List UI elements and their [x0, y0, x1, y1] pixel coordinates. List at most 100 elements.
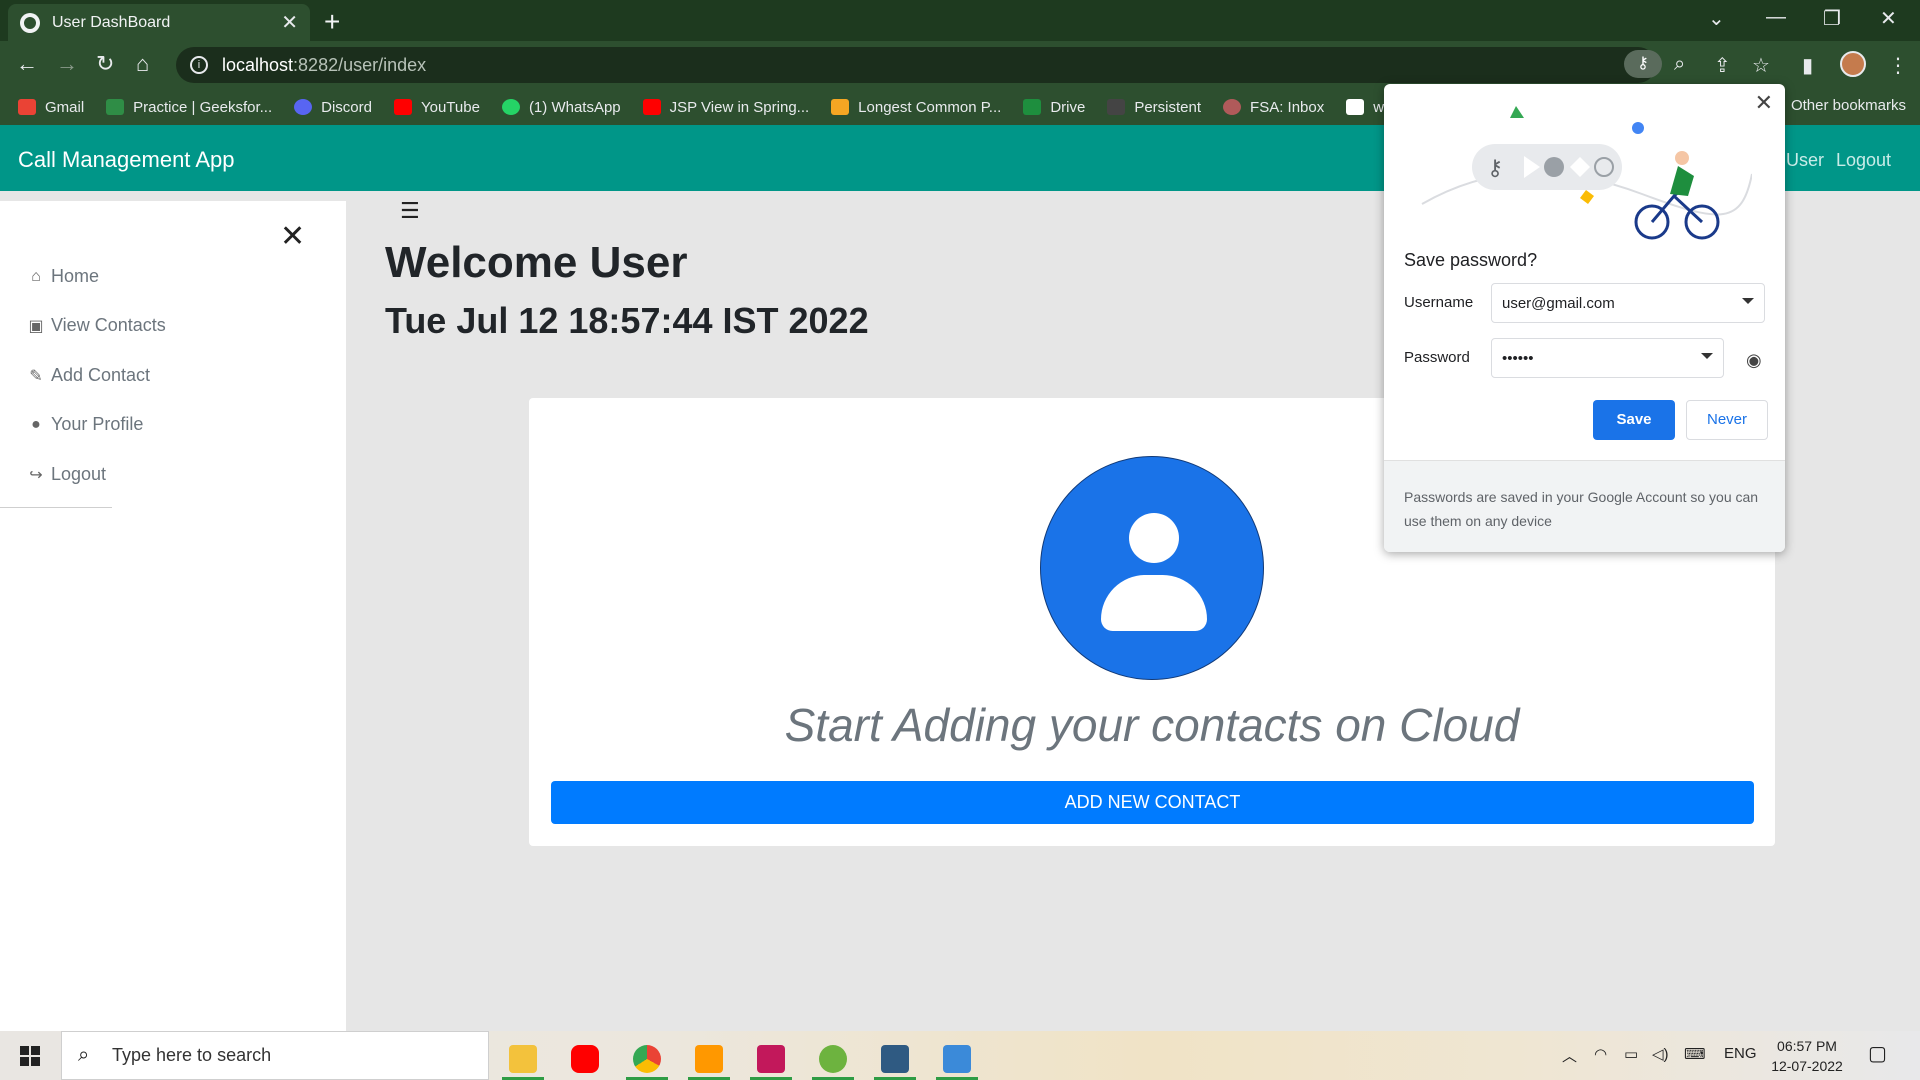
taskbar-search-input[interactable]: ⌕ Type here to search [61, 1031, 489, 1080]
chevron-down-icon [1742, 298, 1754, 304]
clock-date[interactable]: 12-07-2022 [1762, 1058, 1852, 1074]
bookmark-persistent[interactable]: Persistent [1107, 99, 1201, 116]
password-field[interactable]: •••••• [1491, 338, 1724, 378]
sidebar-divider [0, 507, 112, 508]
close-window-icon[interactable]: ✕ [1880, 6, 1897, 31]
bookmark-whatsapp[interactable]: (1) WhatsApp [501, 99, 621, 116]
site-info-icon[interactable]: i [190, 56, 208, 74]
profile-avatar[interactable] [1840, 51, 1866, 77]
battery-icon[interactable]: ▭ [1624, 1045, 1638, 1063]
close-sidebar-icon[interactable]: ✕ [280, 219, 305, 254]
show-password-icon[interactable]: ◉ [1746, 350, 1762, 371]
volume-icon[interactable]: ◁) [1652, 1045, 1669, 1063]
username-field[interactable]: user@gmail.com [1491, 283, 1765, 323]
address-bar[interactable]: i localhost:8282/user/index [176, 47, 1656, 83]
keyboard-icon[interactable]: ⌨ [1684, 1045, 1706, 1063]
browser-tab[interactable]: User DashBoard ✕ [8, 4, 310, 41]
windows-taskbar: ⌕ Type here to search ︿ ◠ ▭ ◁) ⌨ ENG 06:… [0, 1031, 1920, 1080]
drive-icon [1023, 99, 1042, 115]
password-label: Password [1404, 349, 1470, 366]
chrome-app[interactable] [622, 1037, 672, 1080]
sidebar-item-your-profile[interactable]: ● Your Profile [27, 414, 143, 435]
clock-time[interactable]: 06:57 PM [1762, 1038, 1852, 1054]
menu-dots-icon[interactable]: ⋮ [1888, 53, 1908, 78]
globe-icon [20, 12, 40, 33]
bookmark-jsp-view[interactable]: JSP View in Spring... [642, 99, 809, 116]
home-icon: ⌂ [31, 267, 41, 285]
side-panel-icon[interactable]: ▮ [1802, 53, 1813, 78]
forward-icon[interactable]: → [56, 51, 78, 77]
spring-tool-suite-app[interactable] [808, 1037, 858, 1080]
sidebar-item-logout[interactable]: ↪ Logout [27, 464, 106, 485]
sidebar: ✕ ⌂ Home ▣ View Contacts ✎ Add Contact ●… [0, 201, 346, 1031]
document-icon [1346, 99, 1365, 115]
url-path: :8282/user/index [293, 54, 427, 75]
fsa-icon [1223, 99, 1242, 115]
gmail-icon [18, 99, 36, 115]
reload-icon[interactable]: ↻ [96, 51, 114, 77]
svg-text:⚷: ⚷ [1487, 156, 1503, 181]
hamburger-menu-icon[interactable]: ☰ [400, 198, 420, 224]
file-explorer-app[interactable] [498, 1037, 548, 1080]
show-hidden-icons-icon[interactable]: ︿ [1562, 1045, 1577, 1066]
bookmark-label: Drive [1050, 98, 1086, 116]
add-new-contact-button[interactable]: ADD NEW CONTACT [551, 781, 1754, 824]
bookmark-drive[interactable]: Drive [1023, 99, 1085, 116]
nav-logout-link[interactable]: Logout [1836, 150, 1891, 171]
close-dialog-icon[interactable]: ✕ [1755, 90, 1773, 116]
close-tab-icon[interactable]: ✕ [281, 10, 298, 35]
nav-user-link[interactable]: User [1786, 150, 1824, 171]
share-icon[interactable]: ⇪ [1714, 53, 1731, 78]
bookmark-longest-common[interactable]: Longest Common P... [831, 99, 1001, 116]
leetcode-icon [831, 99, 850, 115]
sublime-text-app[interactable] [684, 1037, 734, 1080]
youtube-icon [642, 99, 661, 115]
search-placeholder: Type here to search [112, 1045, 272, 1065]
sidebar-item-view-contacts[interactable]: ▣ View Contacts [27, 315, 166, 336]
never-save-button[interactable]: Never [1686, 400, 1768, 440]
sidebar-item-home[interactable]: ⌂ Home [27, 266, 99, 287]
new-tab-button[interactable]: + [324, 6, 340, 38]
spring-icon [819, 1044, 847, 1073]
bookmark-geeksforgeeks[interactable]: Practice | Geeksfor... [106, 99, 272, 116]
home-button-icon[interactable]: ⌂ [136, 51, 149, 77]
notifications-icon[interactable]: ▢ [1868, 1041, 1887, 1066]
chrome-icon [633, 1044, 661, 1073]
sidebar-item-label: Home [51, 266, 100, 286]
minimize-icon[interactable]: — [1766, 6, 1786, 29]
bookmark-discord[interactable]: Discord [294, 99, 372, 116]
bookmark-label: Practice | Geeksfor... [133, 98, 273, 116]
tab-search-icon[interactable]: ⌄ [1708, 6, 1725, 31]
bookmark-label: YouTube [420, 98, 480, 116]
sidebar-item-add-contact[interactable]: ✎ Add Contact [27, 365, 150, 386]
restore-icon[interactable]: ❐ [1823, 6, 1841, 31]
dialog-title: Save password? [1404, 250, 1538, 270]
sidebar-item-label: Logout [51, 464, 107, 484]
language-indicator[interactable]: ENG [1724, 1045, 1757, 1062]
password-key-icon[interactable]: ⚷ [1624, 50, 1662, 78]
other-bookmarks[interactable]: Other bookmarks [1791, 97, 1906, 114]
empty-state-tagline: Start Adding your contacts on Cloud [784, 699, 1520, 751]
back-icon[interactable]: ← [16, 51, 38, 77]
password-value: •••••• [1502, 349, 1534, 367]
youtube-app[interactable] [560, 1037, 610, 1080]
wifi-icon[interactable]: ◠ [1594, 1045, 1607, 1063]
geeksforgeeks-icon [106, 99, 125, 115]
sidebar-item-label: View Contacts [51, 315, 166, 335]
mysql-workbench-app[interactable] [870, 1037, 920, 1080]
bookmark-youtube[interactable]: YouTube [393, 98, 480, 116]
youtube-icon [571, 1044, 599, 1073]
sidebar-item-label: Add Contact [51, 365, 151, 385]
whatsapp-icon [501, 99, 520, 115]
windows-start-icon[interactable] [20, 1046, 40, 1066]
save-password-button[interactable]: Save [1593, 400, 1675, 440]
bookmark-fsa-inbox[interactable]: FSA: Inbox [1223, 99, 1324, 116]
intellij-app[interactable] [746, 1037, 796, 1080]
zoom-icon[interactable]: ⌕ [1674, 53, 1685, 76]
photos-app[interactable] [932, 1037, 982, 1080]
current-datetime: Tue Jul 12 18:57:44 IST 2022 [385, 300, 869, 341]
app-brand[interactable]: Call Management App [18, 147, 234, 173]
bookmark-star-icon[interactable]: ☆ [1752, 53, 1770, 78]
bookmark-gmail[interactable]: Gmail [18, 99, 84, 116]
bookmark-wi[interactable]: wi [1346, 99, 1387, 116]
